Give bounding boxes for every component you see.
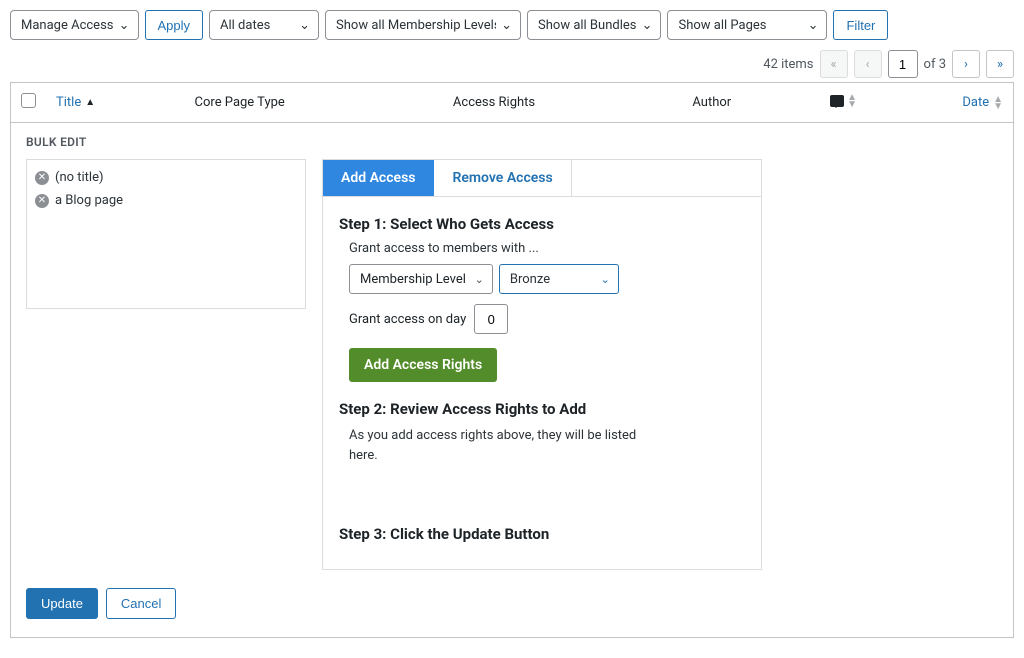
date-filter-value: All dates: [220, 18, 270, 33]
sort-asc-icon: ▲: [85, 97, 95, 108]
bulk-item: ✕ a Blog page: [35, 189, 297, 212]
bundle-filter-select[interactable]: Show all Bundles ⌄: [527, 10, 661, 40]
chevron-down-icon: ⌄: [601, 273, 610, 286]
bulk-item-label: (no title): [55, 170, 104, 185]
col-title[interactable]: Title ▲: [56, 95, 95, 110]
tab-add-access[interactable]: Add Access: [323, 160, 434, 196]
bundle-filter-value: Show all Bundles: [538, 18, 636, 33]
bulk-edit-row: BULK EDIT ✕ (no title) ✕ a Blog page: [11, 123, 1014, 638]
level-filter-select[interactable]: Show all Membership Levels ⌄: [325, 10, 521, 40]
chevron-down-icon: ⌄: [642, 18, 653, 33]
page-first-button[interactable]: «: [820, 50, 848, 78]
grant-access-label: Grant access to members with ...: [349, 241, 745, 256]
pagination: 42 items « ‹ of 3 › »: [10, 50, 1014, 78]
chevron-down-icon: ⌄: [501, 18, 512, 33]
filter-button[interactable]: Filter: [833, 10, 888, 40]
chevron-down-icon: ⌄: [475, 273, 484, 286]
step1-heading: Step 1: Select Who Gets Access: [339, 215, 745, 233]
page-last-button[interactable]: »: [986, 50, 1014, 78]
level-filter-value: Show all Membership Levels: [336, 18, 496, 33]
col-core-type: Core Page Type: [185, 83, 443, 123]
bulk-action-value: Manage Access: [21, 18, 114, 33]
col-author: Author: [682, 83, 820, 123]
page-current-input[interactable]: [888, 50, 918, 78]
access-level-select[interactable]: Bronze ⌄: [499, 264, 619, 294]
page-filter-select[interactable]: Show all Pages ⌄: [667, 10, 827, 40]
step2-heading: Step 2: Review Access Rights to Add: [339, 400, 745, 418]
col-title-label: Title: [56, 95, 81, 110]
bulk-item-label: a Blog page: [55, 193, 123, 208]
sort-icon: ▲▼: [993, 96, 1003, 110]
page-prev-button[interactable]: ‹: [854, 50, 882, 78]
grant-on-day-label: Grant access on day: [349, 312, 466, 327]
col-date-label: Date: [962, 95, 989, 110]
date-filter-select[interactable]: All dates ⌄: [209, 10, 319, 40]
select-all-checkbox[interactable]: [21, 93, 36, 108]
tab-remove-access[interactable]: Remove Access: [434, 160, 571, 196]
update-button[interactable]: Update: [26, 588, 98, 619]
remove-item-icon[interactable]: ✕: [35, 194, 49, 208]
comment-icon: [830, 95, 844, 107]
bulk-edit-heading: BULK EDIT: [26, 135, 998, 149]
step3-heading: Step 3: Click the Update Button: [339, 525, 745, 543]
col-access: Access Rights: [443, 83, 682, 123]
items-count: 42 items: [763, 57, 813, 72]
access-type-select[interactable]: Membership Level ⌄: [349, 264, 493, 294]
page-next-button[interactable]: ›: [952, 50, 980, 78]
step2-text: As you add access rights above, they wil…: [349, 426, 639, 465]
page-of-label: of 3: [924, 57, 946, 72]
bulk-items-list: ✕ (no title) ✕ a Blog page: [26, 159, 306, 309]
add-access-rights-button[interactable]: Add Access Rights: [349, 348, 497, 382]
chevron-down-icon: ⌄: [119, 18, 130, 33]
grant-on-day-input[interactable]: [474, 304, 508, 334]
page-filter-value: Show all Pages: [678, 18, 766, 33]
table-header: Title ▲ Core Page Type Access Rights Aut…: [11, 83, 1014, 123]
pages-table: Title ▲ Core Page Type Access Rights Aut…: [10, 82, 1014, 638]
bulk-action-select[interactable]: Manage Access ⌄: [10, 10, 139, 40]
remove-item-icon[interactable]: ✕: [35, 171, 49, 185]
chevron-down-icon: ⌄: [299, 18, 310, 33]
apply-button[interactable]: Apply: [145, 10, 204, 40]
access-panel: Add Access Remove Access Step 1: Select …: [322, 159, 762, 570]
col-comments[interactable]: ▲▼: [830, 94, 857, 108]
cancel-button[interactable]: Cancel: [106, 588, 176, 619]
col-date[interactable]: Date ▲▼: [962, 95, 1003, 110]
access-level-value: Bronze: [510, 272, 550, 287]
filter-bar: Manage Access ⌄ Apply All dates ⌄ Show a…: [10, 10, 1014, 40]
sort-icon: ▲▼: [847, 94, 857, 108]
bulk-item: ✕ (no title): [35, 166, 297, 189]
access-tabs: Add Access Remove Access: [323, 160, 761, 197]
access-type-value: Membership Level: [360, 272, 466, 287]
chevron-down-icon: ⌄: [808, 18, 819, 33]
